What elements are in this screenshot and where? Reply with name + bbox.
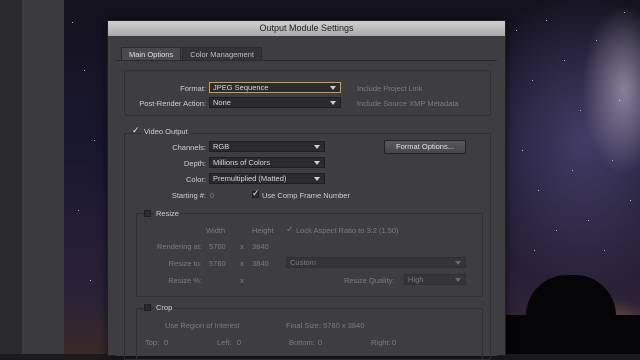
depth-label: Depth: (183, 159, 206, 168)
resize-preset-dropdown[interactable]: Custom (286, 257, 466, 268)
use-roi-label[interactable]: Use Region of Interest (165, 321, 240, 330)
video-output-checkmark[interactable]: ✓ (132, 126, 140, 135)
chevron-down-icon (330, 86, 336, 90)
format-value: JPEG Sequence (213, 83, 269, 92)
chevron-down-icon (455, 261, 461, 265)
tab-bar: Main Options Color Management (121, 47, 263, 61)
crop-group (136, 308, 483, 360)
channels-label: Channels: (172, 143, 206, 152)
tab-main-options[interactable]: Main Options (121, 47, 182, 61)
post-render-dropdown[interactable]: None (209, 97, 341, 108)
lock-aspect-label: Lock Aspect Ratio to 3:2 (1.50) (296, 226, 399, 235)
color-label: Color: (185, 175, 206, 184)
height-header: Height (252, 226, 274, 235)
depth-value: Millions of Colors (213, 158, 271, 167)
dialog-title: Output Module Settings (108, 21, 505, 36)
chevron-down-icon (330, 101, 336, 105)
color-dropdown[interactable]: Premultiplied (Matted) (209, 173, 325, 184)
starting-number-label: Starting #: (171, 191, 206, 200)
main-options-panel: Format: JPEG Sequence Include Project Li… (116, 60, 497, 360)
crop-right-label: Right: (371, 338, 391, 347)
tab-color-management[interactable]: Color Management (182, 47, 262, 61)
resize-preset-value: Custom (290, 258, 316, 267)
resize-label: Resize (154, 209, 181, 218)
crop-bottom-value[interactable]: 0 (318, 338, 322, 347)
include-xmp-label: Include Source XMP Metadata (357, 99, 459, 108)
chevron-down-icon (455, 278, 461, 282)
channels-value: RGB (213, 142, 230, 151)
resize-percent-x: x (240, 276, 244, 285)
crop-left-label: Left: (217, 338, 232, 347)
channels-dropdown[interactable]: RGB (209, 141, 325, 152)
format-group (124, 70, 491, 116)
resize-checkbox[interactable] (144, 210, 151, 217)
resize-width-field[interactable]: 5760 (209, 259, 226, 268)
color-value: Premultiplied (Matted) (213, 174, 287, 183)
resize-to-label: Resize to: (168, 259, 202, 268)
include-project-link-label: Include Project Link (357, 84, 423, 93)
crop-top-value[interactable]: 0 (164, 338, 168, 347)
rendering-width: 5760 (209, 242, 226, 251)
crop-bottom-label: Bottom: (289, 338, 315, 347)
chevron-down-icon (314, 145, 320, 149)
resize-quality-label: Resize Quality: (344, 276, 395, 285)
format-options-button[interactable]: Format Options... (384, 140, 466, 154)
width-header: Width (206, 226, 226, 235)
post-render-label: Post-Render Action: (139, 99, 206, 108)
rendering-at-label: Rendering at: (156, 242, 202, 251)
crop-checkbox[interactable] (144, 304, 151, 311)
final-size-label: Final Size: 5760 x 3840 (286, 321, 365, 330)
resize-height-field[interactable]: 3840 (252, 259, 269, 268)
resize-quality-value: High (408, 275, 424, 284)
crop-left-value[interactable]: 0 (237, 338, 241, 347)
app-panel-strip (22, 0, 65, 354)
use-comp-frame-label: Use Comp Frame Number (262, 191, 350, 200)
rendering-x: x (240, 242, 244, 251)
chevron-down-icon (314, 161, 320, 165)
resize-quality-dropdown[interactable]: High (404, 274, 466, 285)
lock-aspect-checkmark[interactable]: ✓ (286, 225, 294, 234)
output-module-dialog: Output Module Settings Main Options Colo… (107, 20, 506, 360)
depth-dropdown[interactable]: Millions of Colors (209, 157, 325, 168)
ground-silhouette (504, 315, 640, 354)
app-left-panel (0, 0, 22, 354)
use-comp-frame-checkmark: ✓ (252, 188, 260, 198)
resize-percent-label: Resize %: (168, 276, 202, 285)
format-label: Format: (180, 84, 206, 93)
crop-right-value[interactable]: 0 (392, 338, 396, 347)
video-output-label: Video Output (142, 127, 190, 136)
post-render-value: None (213, 98, 231, 107)
resize-x: x (240, 259, 244, 268)
crop-top-label: Top: (145, 338, 160, 347)
chevron-down-icon (314, 177, 320, 181)
format-dropdown[interactable]: JPEG Sequence (209, 82, 341, 93)
crop-label: Crop (154, 303, 175, 312)
rendering-height: 3840 (252, 242, 269, 251)
starting-number-value[interactable]: 0 (210, 191, 214, 200)
